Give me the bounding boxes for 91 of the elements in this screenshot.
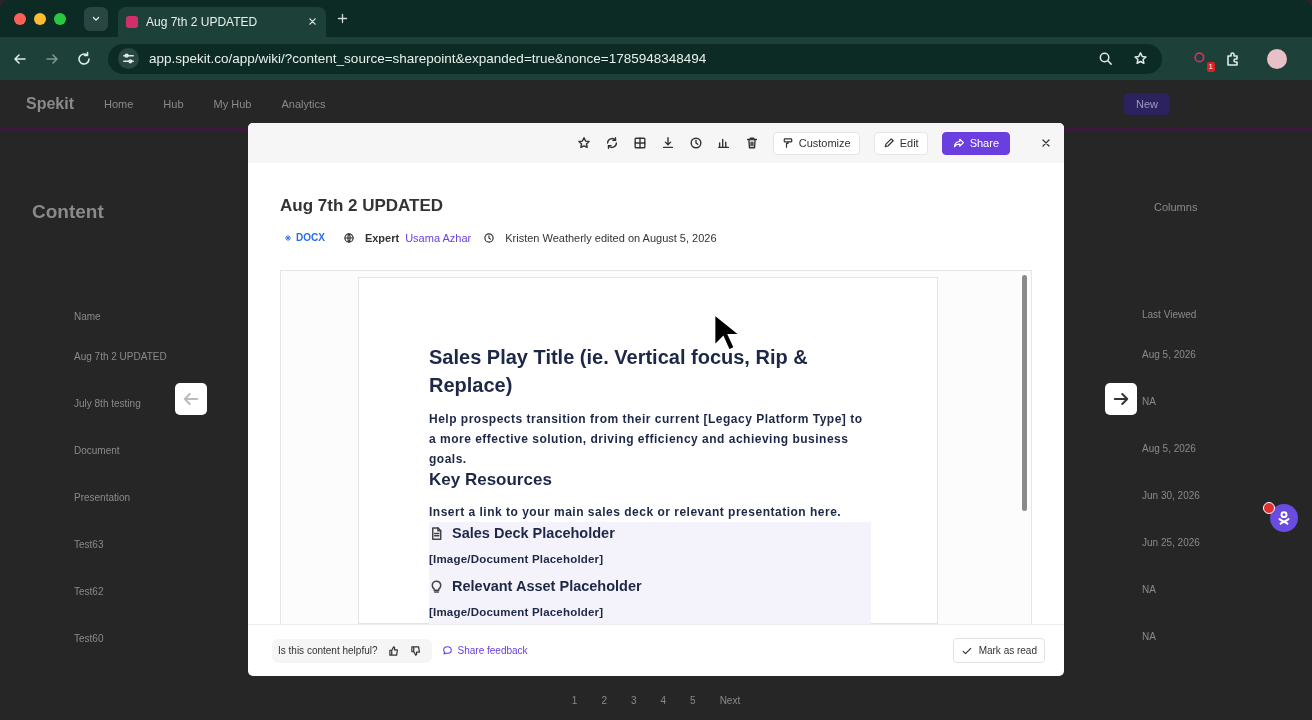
table-cell[interactable]: Aug 7th 2 UPDATED xyxy=(30,351,245,398)
nav-item[interactable]: Hub xyxy=(163,98,184,110)
notification-badge: 1 xyxy=(1206,62,1215,72)
document-heading: Sales Play Title (ie. Vertical focus, Rip & Replace) xyxy=(429,345,809,398)
star-icon[interactable] xyxy=(576,136,591,150)
section-heading: Key Resources xyxy=(429,470,553,490)
assistant-button[interactable] xyxy=(1270,504,1298,532)
page-number[interactable]: 3 xyxy=(630,694,637,706)
page-number[interactable]: 4 xyxy=(660,694,667,706)
table-cell[interactable]: Presentation xyxy=(30,492,245,539)
table-cell[interactable]: Document xyxy=(30,445,245,492)
share-feedback-link[interactable]: Share feedback xyxy=(441,645,528,656)
document-paragraph: Help prospects transition from their current [Legacy Platform Type] to a more effective solution, driving efficiency and achieving business goals. xyxy=(429,411,864,468)
nav-item[interactable]: Analytics xyxy=(281,98,326,110)
page-number[interactable]: 1 xyxy=(571,694,578,706)
close-badge[interactable] xyxy=(1263,502,1275,514)
clock-icon xyxy=(483,231,496,244)
grid-icon[interactable] xyxy=(632,136,647,150)
content-title: Aug 7th 2 UPDATED xyxy=(280,196,445,216)
file-type-tag: DOCX xyxy=(280,230,331,245)
share-icon xyxy=(952,137,965,149)
profile-avatar[interactable] xyxy=(1267,48,1287,69)
address-bar[interactable]: app.spekit.co/app/wiki/?content_source=sharepoint&expanded=true&nonce=1785948348494 xyxy=(108,43,1162,74)
window-control[interactable] xyxy=(54,12,66,25)
brush-icon xyxy=(781,137,794,149)
bookmark-icon[interactable] xyxy=(1133,51,1148,66)
table-cell[interactable]: Test60 xyxy=(30,633,245,680)
nav-item[interactable]: Home xyxy=(104,98,134,110)
thumbs-down-icon[interactable] xyxy=(409,644,422,657)
share-button[interactable]: Share xyxy=(941,131,1010,155)
extensions-icon[interactable] xyxy=(1225,50,1241,67)
resource-title: Sales Deck Placeholder xyxy=(452,525,615,541)
close-icon[interactable] xyxy=(1040,137,1052,149)
scrollbar[interactable] xyxy=(1022,275,1027,511)
table-cell[interactable]: Test62 xyxy=(30,586,245,633)
window-control[interactable] xyxy=(14,12,26,25)
placeholder-caption: [Image/Document Placeholder] xyxy=(429,553,605,567)
new-tab-icon[interactable] xyxy=(336,12,349,25)
columns-button[interactable]: Columns xyxy=(1142,201,1242,309)
favicon-icon xyxy=(126,15,138,28)
nav-item[interactable]: My Hub xyxy=(213,98,252,110)
table-cell[interactable]: July 8th testing xyxy=(30,398,245,445)
reload-icon[interactable] xyxy=(76,50,92,67)
zoom-icon[interactable] xyxy=(1098,51,1113,66)
document-paragraph: Insert a link to your main sales deck or relevant presentation here. xyxy=(429,504,843,520)
tab-title: Aug 7th 2 UPDATED xyxy=(146,14,259,29)
column-header[interactable]: Last Viewed xyxy=(1142,309,1242,349)
document-icon xyxy=(429,525,444,541)
next-button[interactable] xyxy=(1105,383,1137,415)
next-page-link[interactable]: Next xyxy=(719,694,741,706)
table-cell[interactable]: Test63 xyxy=(30,539,245,586)
expert-label: Expert xyxy=(364,231,400,244)
sparkle-icon xyxy=(284,233,292,242)
bar-chart-icon[interactable] xyxy=(716,136,731,150)
resource-title: Relevant Asset Placeholder xyxy=(452,578,642,594)
page-title: Content xyxy=(31,201,105,223)
placeholder-caption: [Image/Document Placeholder] xyxy=(429,606,605,620)
column-header[interactable]: Name xyxy=(30,311,245,351)
tab-list-button[interactable] xyxy=(84,6,108,31)
history-icon[interactable] xyxy=(688,136,703,150)
refresh-icon[interactable] xyxy=(604,136,619,150)
browser-tab[interactable]: Aug 7th 2 UPDATED xyxy=(118,6,326,37)
pencil-icon xyxy=(882,137,895,149)
new-button[interactable]: New xyxy=(1124,93,1170,115)
expert-link[interactable]: Usama Azhar xyxy=(405,231,472,244)
globe-icon xyxy=(342,231,355,244)
close-icon[interactable] xyxy=(307,16,318,27)
mark-as-read-button[interactable]: Mark as read xyxy=(952,638,1045,663)
download-icon[interactable] xyxy=(660,136,675,150)
table-cell-text: Jun 25, 2026 xyxy=(1142,537,1201,550)
table-cell-text: Aug 5, 2026 xyxy=(1142,443,1197,456)
page-number[interactable]: 2 xyxy=(601,694,607,706)
table-cell-text: NA xyxy=(1142,584,1157,597)
page-number[interactable]: 5 xyxy=(690,694,696,706)
speech-bubble-icon xyxy=(441,645,453,656)
edited-info: Kristen Weatherly edited on August 5, 2026 xyxy=(505,231,717,244)
window-control[interactable] xyxy=(34,12,46,25)
url-text: app.spekit.co/app/wiki/?content_source=sharepoint&expanded=true&nonce=1785948348494 xyxy=(149,51,707,66)
table-cell-text: NA xyxy=(1142,396,1157,409)
thumbs-up-icon[interactable] xyxy=(387,644,400,657)
table-cell-text: Jun 30, 2026 xyxy=(1142,490,1201,503)
app-logo[interactable]: Spekit xyxy=(26,95,74,113)
site-info-icon[interactable] xyxy=(118,48,139,69)
edit-button[interactable]: Edit xyxy=(873,131,928,155)
previous-button[interactable] xyxy=(175,383,207,415)
table-cell-text: NA xyxy=(1142,631,1157,644)
table-cell-text: Aug 5, 2026 xyxy=(1142,349,1197,362)
feedback-question: Is this content helpful? xyxy=(278,645,378,656)
trash-icon[interactable] xyxy=(744,136,759,150)
customize-button[interactable]: Customize xyxy=(772,131,860,155)
lightbulb-icon xyxy=(429,578,444,594)
